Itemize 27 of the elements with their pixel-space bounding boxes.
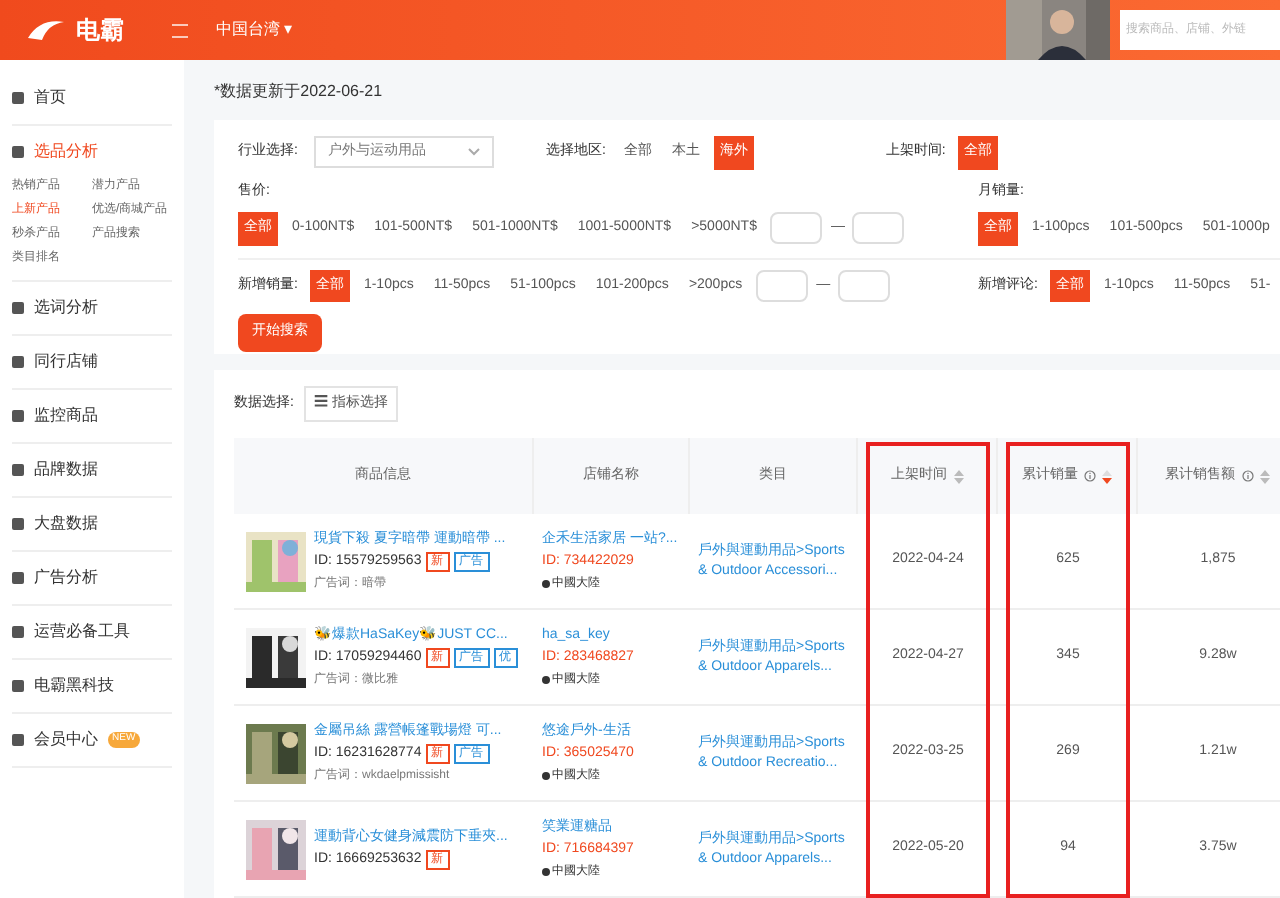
sidebar-item[interactable]: 品牌数据 (12, 444, 172, 496)
logo-text: 电霸 (76, 14, 124, 48)
sort-icon[interactable] (1259, 469, 1269, 483)
info-icon (1241, 470, 1253, 482)
location-pin-icon (542, 580, 550, 588)
sidebar-item[interactable]: 电霸黑科技 (12, 660, 172, 712)
sidebar-item[interactable]: 运营必备工具 (12, 606, 172, 658)
range-input[interactable] (838, 269, 891, 302)
sidebar-item[interactable]: 选词分析 (12, 282, 172, 334)
sidebar-item[interactable]: 广告分析 (12, 552, 172, 604)
region-dropdown[interactable]: 中国台湾 ▾ (216, 18, 293, 42)
update-note: *数据更新于2022-06-21 (214, 80, 385, 104)
range-input[interactable] (756, 269, 809, 302)
sidebar-item[interactable]: 监控商品 (12, 390, 172, 442)
sort-icon[interactable] (953, 469, 963, 483)
sidebar-item[interactable]: 大盘数据 (12, 498, 172, 550)
range-input[interactable] (852, 212, 905, 245)
caret-icon (467, 148, 480, 157)
sidebar-item[interactable]: 同行店铺 (12, 336, 172, 388)
location-pin-icon (542, 676, 550, 684)
range-input[interactable] (770, 212, 823, 245)
location-pin-icon (542, 868, 550, 876)
sidebar-item[interactable]: 首页 (12, 72, 172, 124)
sort-desc-icon[interactable] (1102, 469, 1112, 483)
info-icon (1084, 470, 1096, 482)
location-pin-icon (542, 772, 550, 780)
sidebar-item[interactable]: 选品分析 (12, 126, 172, 178)
